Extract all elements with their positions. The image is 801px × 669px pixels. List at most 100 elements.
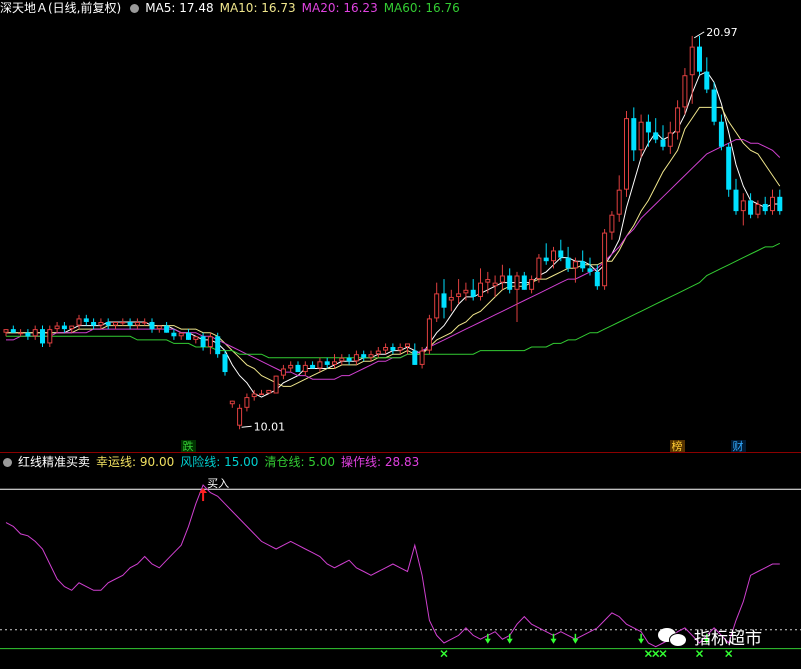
down-arrow-head — [638, 638, 645, 644]
indicator-settings-icon[interactable] — [3, 457, 12, 467]
ma-line-ma60 — [6, 242, 781, 359]
candle-body — [572, 261, 578, 269]
watermark-text: 指标超市 — [694, 629, 762, 649]
candle-body — [266, 389, 272, 394]
candle-body — [740, 200, 746, 212]
candle-body — [244, 397, 250, 408]
candle-body — [726, 146, 732, 190]
candle-body — [492, 282, 498, 287]
operation-line — [5, 484, 780, 648]
candle-body — [660, 139, 666, 147]
settings-icon[interactable] — [130, 3, 140, 13]
ma20-label: MA20: 16.23 — [301, 1, 378, 15]
candle-body — [689, 46, 695, 76]
candle-body — [178, 332, 184, 337]
ma5-label: MA5: 17.48 — [145, 1, 214, 15]
candle-body — [142, 321, 148, 324]
operation-line-label: 操作线: 28.83 — [341, 455, 420, 469]
candle-body — [353, 354, 359, 362]
candle-body — [653, 132, 659, 140]
candle-body — [405, 343, 410, 348]
candle-body — [215, 336, 221, 355]
candle-body — [704, 71, 710, 90]
down-arrow-head — [572, 638, 579, 644]
candle-body — [470, 289, 476, 297]
candle-body — [529, 279, 535, 290]
candle-body — [565, 257, 571, 269]
candle-body — [259, 393, 264, 396]
candle-body — [47, 329, 53, 344]
candle-body — [273, 375, 279, 394]
candle-body — [675, 107, 681, 133]
candle-body — [609, 214, 615, 233]
candle-body — [149, 321, 155, 330]
candle-body — [602, 232, 608, 287]
candle-body — [346, 357, 352, 362]
candle-body — [762, 203, 768, 212]
candle-body — [733, 189, 739, 212]
candle-body — [171, 332, 177, 337]
low-price-label: 10.01 — [254, 420, 286, 433]
candle-body — [645, 121, 651, 133]
candle-body — [412, 350, 418, 365]
candle-body — [222, 354, 228, 373]
candle-body — [748, 200, 754, 215]
candle-body — [32, 329, 38, 337]
candle-body — [631, 118, 637, 151]
wechat-icon — [658, 626, 688, 648]
candle-body — [507, 275, 513, 290]
watermark: 指标超市 — [658, 624, 762, 649]
stock-title: 深天地Ａ(日线,前复权) — [0, 1, 122, 15]
marker-fin: 财 — [733, 439, 744, 453]
candle-body — [61, 325, 67, 330]
candle-body — [514, 275, 520, 290]
candle-body — [587, 268, 593, 272]
candle-body — [40, 329, 45, 344]
candle-body — [463, 289, 469, 294]
candle-body — [616, 189, 622, 215]
candle-body — [580, 261, 586, 269]
candle-body — [127, 321, 133, 326]
candle-body — [83, 318, 89, 322]
candle-body — [193, 336, 199, 340]
candle-body — [164, 325, 170, 333]
candle-body — [499, 275, 505, 283]
candle-body — [200, 336, 206, 348]
candle-body — [521, 275, 527, 290]
candle-body — [711, 89, 717, 122]
buy-arrow-head — [199, 488, 208, 494]
candle-body — [543, 257, 549, 262]
high-price-label: 20.97 — [706, 26, 738, 39]
down-arrow-head — [506, 638, 513, 644]
candle-body — [456, 293, 462, 297]
risk-line-label: 风险线: 15.00 — [180, 455, 259, 469]
indicator-title: 红线精准买卖 — [18, 455, 91, 469]
candle-body — [91, 321, 97, 326]
candle-body — [383, 347, 389, 351]
candle-body — [770, 196, 775, 212]
candle-body — [551, 250, 556, 262]
candle-body — [536, 257, 542, 280]
candle-body — [18, 332, 24, 335]
candle-body — [441, 293, 447, 308]
clear-line-label: 清仓线: 5.00 — [264, 455, 336, 469]
candle-body — [718, 121, 724, 147]
candle-body — [419, 350, 425, 365]
candle-body — [69, 325, 75, 330]
indicator-header: 红线精准买卖 幸运线: 90.00 风险线: 15.00 清仓线: 5.00 操… — [0, 454, 425, 470]
candle-body — [368, 354, 374, 358]
candle-body — [134, 321, 140, 326]
candle-body — [390, 347, 396, 351]
main-chart-header: 深天地Ａ(日线,前复权) MA5: 17.48 MA10: 16.73 MA20… — [0, 0, 466, 16]
candle-body — [397, 347, 403, 351]
candle-body — [448, 296, 454, 301]
down-arrow-head — [550, 638, 557, 644]
candle-body — [624, 118, 629, 190]
candle-body — [54, 325, 60, 330]
candle-body — [207, 336, 213, 348]
ma-line-ma20 — [6, 139, 781, 380]
marker-list: 榜 — [672, 439, 683, 453]
candle-body — [755, 203, 761, 215]
candle-body — [317, 361, 323, 369]
candle-body — [251, 393, 257, 398]
